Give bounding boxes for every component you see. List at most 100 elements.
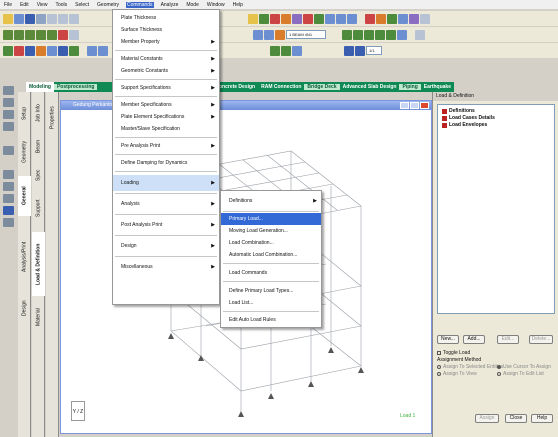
close-icon[interactable]	[420, 102, 429, 109]
solid-cursor-icon[interactable]	[36, 29, 46, 40]
results-icon[interactable]	[365, 13, 375, 24]
print-icon[interactable]	[36, 13, 46, 24]
vtab-support[interactable]: Support	[32, 192, 45, 224]
menu-help[interactable]: Help	[232, 2, 244, 8]
spin-icon[interactable]	[292, 45, 302, 56]
tab-ram-connection[interactable]: RAM Connection	[258, 84, 304, 90]
assign-button[interactable]: Assign	[475, 414, 499, 423]
open-file-icon[interactable]	[14, 13, 24, 24]
menu-item-post-analysis-print[interactable]: Post Analysis Print ▶	[113, 217, 219, 233]
menu-item-plate-element-specifications[interactable]: Plate Element Specifications ▶	[113, 111, 219, 123]
assign-edit-list-radio[interactable]: Assign To Edit List	[497, 371, 544, 377]
vtab-load-definition[interactable]: Load & Definition	[32, 232, 45, 296]
menu-analyze[interactable]: Analyze	[160, 2, 180, 8]
menu-item-pre-analysis-print[interactable]: Pre Analysis Print ▶	[113, 140, 219, 152]
top-icon[interactable]	[386, 29, 396, 40]
menu-item-moving-load-generation[interactable]: Moving Load Generation...	[221, 225, 321, 237]
surface-icon[interactable]	[3, 170, 14, 179]
beam-icon[interactable]	[3, 110, 14, 119]
isometric-icon[interactable]	[415, 29, 425, 40]
beam-cursor-icon[interactable]	[14, 29, 24, 40]
paste-icon[interactable]	[69, 13, 79, 24]
minimize-icon[interactable]	[400, 102, 409, 109]
solid-icon[interactable]	[3, 146, 14, 155]
menu-item-define-primary-load-types[interactable]: Define Primary Load Types...	[221, 285, 321, 297]
menu-commands[interactable]: Commands	[125, 1, 154, 8]
top-view-icon[interactable]	[325, 13, 335, 24]
page-prev-icon[interactable]	[344, 45, 354, 56]
surface-cursor-icon[interactable]	[47, 29, 57, 40]
measure-icon[interactable]	[409, 13, 419, 24]
tree-item-load-envelopes[interactable]: Load Envelopes	[442, 122, 487, 128]
edit-button[interactable]: Edit...	[497, 335, 519, 344]
save-icon[interactable]	[25, 13, 35, 24]
tree-item-definitions[interactable]: Definitions	[442, 108, 475, 114]
grid-icon[interactable]	[303, 13, 313, 24]
pan-icon[interactable]	[69, 29, 79, 40]
use-cursor-radio[interactable]: Use Cursor To Assign	[497, 364, 551, 370]
menu-geometry[interactable]: Geometry	[96, 2, 120, 8]
menu-item-loading[interactable]: Loading ▶	[113, 175, 219, 191]
magnify-icon[interactable]	[253, 29, 263, 40]
rotate-icon[interactable]	[259, 13, 269, 24]
vtab-beam[interactable]: Beam	[32, 134, 45, 158]
menu-item-surface-thickness[interactable]: Surface Thickness	[113, 24, 219, 36]
front-view-icon[interactable]	[347, 13, 357, 24]
menu-item-material-constants[interactable]: Material Constants ▶	[113, 53, 219, 65]
menu-item-define-damping[interactable]: Define Damping for Dynamics	[113, 157, 219, 169]
menu-item-master-slave-specification[interactable]: Master/Slave Specification	[113, 123, 219, 135]
zoom-window-icon[interactable]	[275, 29, 285, 40]
tab-earthquake[interactable]: Earthquake	[421, 84, 454, 90]
pan-view-icon[interactable]	[270, 45, 280, 56]
menu-file[interactable]: File	[3, 2, 13, 8]
menu-select[interactable]: Select	[74, 2, 90, 8]
cut-icon[interactable]	[47, 13, 57, 24]
move-icon[interactable]	[3, 206, 14, 215]
selection-icon[interactable]	[3, 86, 14, 95]
plate-cursor-icon[interactable]	[25, 29, 35, 40]
menu-item-automatic-load-combination[interactable]: Automatic Load Combination...	[221, 249, 321, 261]
snap-grid-icon[interactable]	[36, 45, 46, 56]
menu-edit[interactable]: Edit	[19, 2, 30, 8]
right-icon[interactable]	[375, 29, 385, 40]
front-icon[interactable]	[342, 29, 352, 40]
menu-item-definitions[interactable]: Definitions ▶	[221, 193, 321, 209]
geometry-cursor-icon[interactable]	[58, 29, 68, 40]
menu-item-geometric-constants[interactable]: Geometric Constants ▶	[113, 65, 219, 77]
add-button[interactable]: Add...	[463, 335, 485, 344]
translational-repeat-icon[interactable]	[47, 45, 57, 56]
add-solid-icon[interactable]	[25, 45, 35, 56]
support-icon[interactable]	[3, 182, 14, 191]
copy-icon[interactable]	[58, 13, 68, 24]
menu-item-load-list[interactable]: Load List...	[221, 297, 321, 309]
circular-repeat-icon[interactable]	[58, 45, 68, 56]
generate-icon[interactable]	[87, 45, 97, 56]
assign-view-radio[interactable]: Assign To View	[437, 371, 477, 377]
tree-item-load-cases[interactable]: Load Cases Details	[442, 115, 495, 121]
diagram-icon[interactable]	[376, 13, 386, 24]
vtab-geometry[interactable]: Geometry	[18, 134, 31, 170]
new-button[interactable]: New...	[437, 335, 459, 344]
menu-item-load-commands[interactable]: Load Commands	[221, 267, 321, 279]
zoom-icon[interactable]	[248, 13, 258, 24]
menu-item-support-specifications[interactable]: Support Specifications ▶	[113, 82, 219, 94]
tab-piping[interactable]: Piping	[399, 84, 421, 90]
load-icon[interactable]	[3, 194, 14, 203]
add-beam-icon[interactable]	[3, 45, 13, 56]
close-button[interactable]: Close	[505, 414, 527, 423]
menu-item-member-specifications[interactable]: Member Specifications ▶	[113, 99, 219, 111]
iso-icon[interactable]	[314, 13, 324, 24]
menu-item-analysis[interactable]: Analysis ▶	[113, 196, 219, 212]
vtab-job-info[interactable]: Job Info	[32, 98, 45, 128]
tab-modeling[interactable]: Modeling	[26, 82, 54, 92]
assign-selected-radio[interactable]: Assign To Selected Entities	[437, 364, 503, 370]
load-case-select[interactable]: 1 BEAM 4N1	[286, 30, 326, 39]
menu-item-load-combination[interactable]: Load Combination...	[221, 237, 321, 249]
section-icon[interactable]	[387, 13, 397, 24]
side-view-icon[interactable]	[336, 13, 346, 24]
mirror-icon[interactable]	[69, 45, 79, 56]
menu-tools[interactable]: Tools	[54, 2, 68, 8]
menu-item-design[interactable]: Design ▶	[113, 238, 219, 254]
section-cut-icon[interactable]	[3, 218, 14, 227]
tab-advanced-slab-design[interactable]: Advanced Slab Design	[340, 84, 400, 90]
